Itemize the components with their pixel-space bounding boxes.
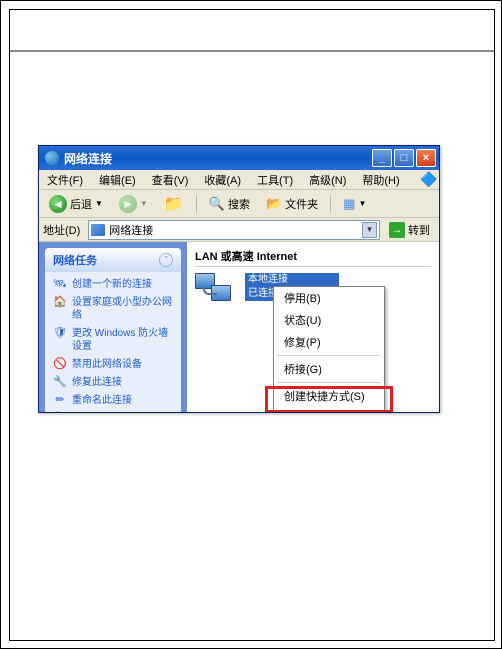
task-link-setup-home[interactable]: 🏠 设置家庭或小型办公网络: [53, 296, 173, 322]
task-link-create-connection[interactable]: 🛰 创建一个新的连接: [53, 278, 173, 291]
search-label: 搜索: [228, 196, 250, 212]
separator: [196, 195, 197, 213]
chevron-down-icon: ▼: [140, 199, 148, 208]
menu-tools[interactable]: 工具(T): [253, 170, 297, 190]
ctx-status[interactable]: 状态(U): [274, 309, 384, 331]
back-label: 后退: [70, 196, 92, 212]
ctx-bridge[interactable]: 桥接(G): [274, 358, 384, 380]
task-link-label: 设置家庭或小型办公网络: [72, 296, 173, 322]
window: 网络连接 _ □ × 文件(F) 编辑(E) 查看(V) 收藏(A) 工具(T)…: [38, 145, 440, 413]
context-menu: 停用(B) 状态(U) 修复(P) 桥接(G) 创建快捷方式(S) 删除(D) …: [273, 286, 385, 413]
search-icon: 🔍: [209, 196, 225, 212]
menu-edit[interactable]: 编辑(E): [95, 170, 140, 190]
repair-icon: 🔧: [53, 376, 67, 389]
menu-file[interactable]: 文件(F): [43, 170, 87, 190]
task-link-firewall[interactable]: 🛡 更改 Windows 防火墙设置: [53, 327, 173, 353]
search-button[interactable]: 🔍 搜索: [203, 193, 256, 215]
menu-view[interactable]: 查看(V): [148, 170, 193, 190]
page-frame: 网络连接 _ □ × 文件(F) 编辑(E) 查看(V) 收藏(A) 工具(T)…: [9, 9, 495, 641]
task-panel-header[interactable]: 网络任务 ˆ: [45, 248, 181, 272]
back-button[interactable]: ◄ 后退 ▼: [43, 192, 109, 216]
address-label: 地址(D): [43, 222, 84, 238]
network-icon: [91, 224, 105, 236]
wizard-icon: 🛰: [53, 278, 67, 291]
maximize-button[interactable]: □: [394, 149, 414, 167]
task-link-rename[interactable]: ✏ 重命名此连接: [53, 394, 173, 407]
chevron-down-icon: ▼: [358, 199, 366, 208]
task-panel-body: 🛰 创建一个新的连接 🏠 设置家庭或小型办公网络 🛡 更改 Windows 防火…: [45, 272, 181, 412]
xp-logo-icon: 🔷: [419, 172, 439, 188]
task-link-label: 禁用此网络设备: [72, 358, 142, 371]
task-link-label: 修复此连接: [72, 376, 122, 389]
folders-button[interactable]: 📂 文件夹: [260, 193, 324, 215]
task-link-disable[interactable]: 🚫 禁用此网络设备: [53, 358, 173, 371]
minimize-button[interactable]: _: [372, 149, 392, 167]
titlebar: 网络连接 _ □ ×: [39, 146, 439, 170]
task-panel-network: 网络任务 ˆ 🛰 创建一个新的连接 🏠 设置家庭或小型办公网络: [45, 248, 181, 412]
task-link-label: 重命名此连接: [72, 394, 132, 407]
close-button[interactable]: ×: [416, 149, 436, 167]
separator: [277, 355, 381, 356]
shield-icon: 🛡: [53, 327, 67, 340]
forward-button[interactable]: ► ▼: [113, 192, 154, 216]
ctx-disable[interactable]: 停用(B): [274, 287, 384, 309]
window-title: 网络连接: [64, 150, 372, 167]
menu-favorites[interactable]: 收藏(A): [200, 170, 245, 190]
app-icon: [45, 151, 59, 165]
connection-name: 本地连接: [245, 273, 339, 287]
task-link-label: 创建一个新的连接: [72, 278, 152, 291]
toolbar: ◄ 后退 ▼ ► ▼ 📁 🔍 搜索 📂 文件夹 ▦: [39, 190, 439, 218]
disable-icon: 🚫: [53, 358, 67, 371]
go-icon: →: [389, 222, 405, 238]
go-label: 转到: [408, 222, 430, 238]
chevron-down-icon: ▼: [95, 199, 103, 208]
menubar: 文件(F) 编辑(E) 查看(V) 收藏(A) 工具(T) 高级(N) 帮助(H…: [39, 170, 439, 190]
folders-icon: 📂: [266, 196, 282, 212]
menu-help[interactable]: 帮助(H): [358, 170, 403, 190]
go-button[interactable]: → 转到: [384, 220, 435, 240]
views-button[interactable]: ▦ ▼: [337, 193, 372, 215]
address-combo[interactable]: 网络连接 ▾: [88, 220, 380, 240]
folders-label: 文件夹: [285, 196, 318, 212]
window-controls: _ □ ×: [372, 149, 436, 167]
views-icon: ▦: [343, 196, 355, 212]
rename-icon: ✏: [53, 394, 67, 407]
back-icon: ◄: [49, 195, 67, 213]
ctx-repair[interactable]: 修复(P): [274, 331, 384, 353]
ctx-delete: 删除(D): [274, 407, 384, 413]
address-bar: 地址(D) 网络连接 ▾ → 转到: [39, 218, 439, 242]
section-header: LAN 或高速 Internet: [195, 248, 431, 267]
up-button[interactable]: 📁: [158, 191, 190, 217]
task-pane: 网络任务 ˆ 🛰 创建一个新的连接 🏠 设置家庭或小型办公网络: [39, 242, 187, 412]
folder-up-icon: 📁: [164, 194, 184, 214]
address-value: 网络连接: [109, 222, 153, 238]
divider: [10, 50, 494, 52]
separator: [330, 195, 331, 213]
chevron-up-icon: ˆ: [159, 253, 173, 267]
dropdown-button[interactable]: ▾: [362, 222, 377, 238]
menu-advanced[interactable]: 高级(N): [305, 170, 350, 190]
task-panel-title: 网络任务: [53, 252, 97, 268]
separator: [277, 382, 381, 383]
home-icon: 🏠: [53, 296, 67, 309]
connection-icon: [195, 273, 237, 309]
task-link-label: 更改 Windows 防火墙设置: [72, 327, 173, 353]
ctx-shortcut[interactable]: 创建快捷方式(S): [274, 385, 384, 407]
forward-icon: ►: [119, 195, 137, 213]
task-link-repair[interactable]: 🔧 修复此连接: [53, 376, 173, 389]
